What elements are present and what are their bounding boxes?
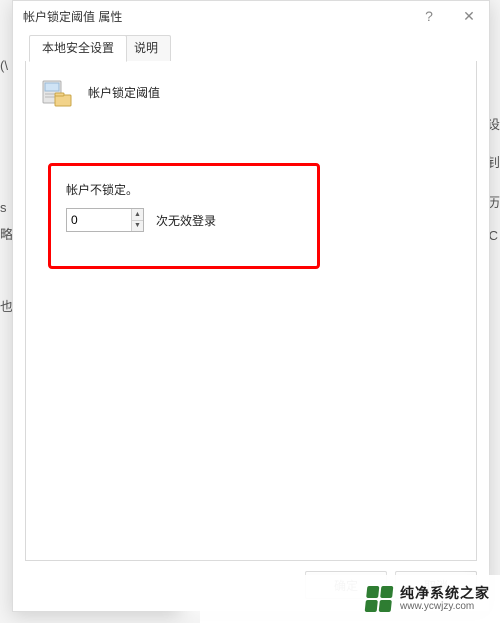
- title-bar: 帐户锁定阈值 属性 ? ✕: [13, 1, 489, 31]
- watermark: 纯净系统之家 www.ycwjzy.com: [200, 575, 500, 623]
- bg-text: s: [0, 200, 7, 215]
- spinner-down-button[interactable]: ▼: [132, 220, 143, 232]
- lockout-threshold-row: ▲ ▼ 次无效登录: [66, 208, 216, 232]
- watermark-title: 纯净系统之家: [400, 586, 490, 601]
- tab-local-security[interactable]: 本地安全设置: [29, 35, 127, 62]
- watermark-url: www.ycwjzy.com: [400, 601, 490, 612]
- lockout-status-text: 帐户不锁定。: [66, 181, 216, 198]
- window-title: 帐户锁定阈值 属性: [23, 8, 409, 25]
- bg-text: C: [489, 228, 498, 243]
- close-button[interactable]: ✕: [449, 1, 489, 31]
- policy-server-icon: [40, 75, 74, 109]
- spinner-up-button[interactable]: ▲: [132, 209, 143, 220]
- bg-text: (\: [0, 58, 8, 73]
- help-button[interactable]: ?: [409, 1, 449, 31]
- lockout-threshold-spinner[interactable]: ▲ ▼: [66, 208, 144, 232]
- tab-strip: 本地安全设置 说明: [25, 35, 477, 62]
- policy-header: 帐户锁定阈值: [26, 61, 476, 119]
- lockout-threshold-input[interactable]: [67, 209, 131, 231]
- lockout-settings: 帐户不锁定。 ▲ ▼ 次无效登录: [66, 181, 216, 232]
- tab-panel-local-security: 帐户锁定阈值 帐户不锁定。 ▲ ▼ 次无效登录: [25, 61, 477, 561]
- tab-description[interactable]: 说明: [121, 35, 171, 61]
- watermark-logo-icon: [365, 586, 394, 612]
- properties-dialog: 帐户锁定阈值 属性 ? ✕ 本地安全设置 说明 帐户锁定阈值 帐户不锁定。: [12, 0, 490, 612]
- lockout-threshold-suffix: 次无效登录: [156, 212, 216, 229]
- policy-title: 帐户锁定阈值: [88, 84, 160, 101]
